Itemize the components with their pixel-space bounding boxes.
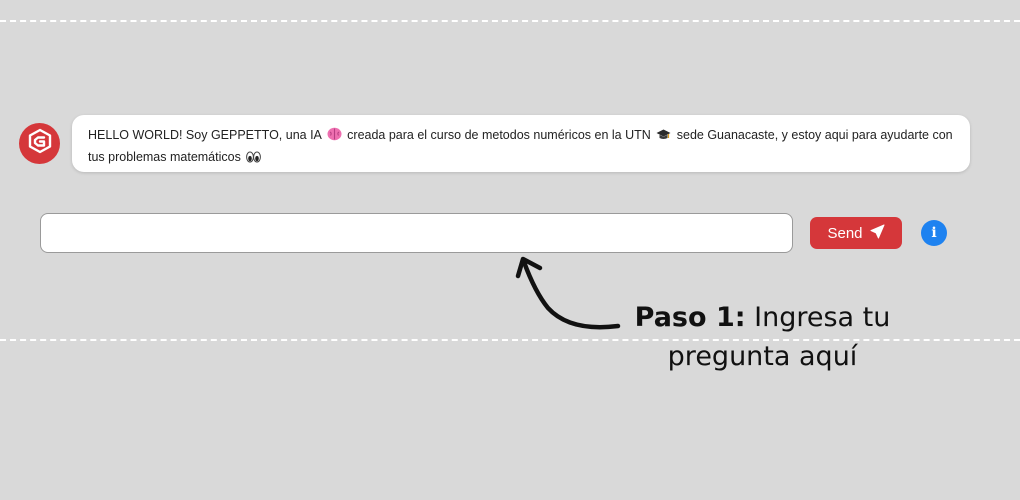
top-divider	[0, 20, 1020, 22]
curved-arrow	[515, 256, 621, 330]
question-input[interactable]	[40, 213, 793, 253]
graduation-cap-icon	[656, 127, 671, 147]
send-button-label: Send	[827, 224, 863, 242]
paper-plane-icon	[869, 223, 885, 243]
info-button[interactable]: i	[921, 220, 947, 246]
eyes-icon	[246, 149, 262, 169]
bot-message-text-1: HELLO WORLD! Soy GEPPETTO, una IA	[88, 128, 322, 142]
brain-icon	[327, 127, 342, 147]
send-button[interactable]: Send	[810, 217, 902, 249]
step-label: Paso 1:	[634, 302, 746, 333]
bot-avatar	[19, 123, 60, 164]
step-annotation: Paso 1: Ingresa tu pregunta aquí	[630, 298, 895, 376]
bot-message-bubble: HELLO WORLD! Soy GEPPETTO, una IA creada…	[72, 115, 970, 172]
info-icon: i	[931, 225, 937, 241]
bot-message-text-2: creada para el curso de metodos numérico…	[347, 128, 651, 142]
geppetto-logo-icon	[27, 128, 53, 159]
